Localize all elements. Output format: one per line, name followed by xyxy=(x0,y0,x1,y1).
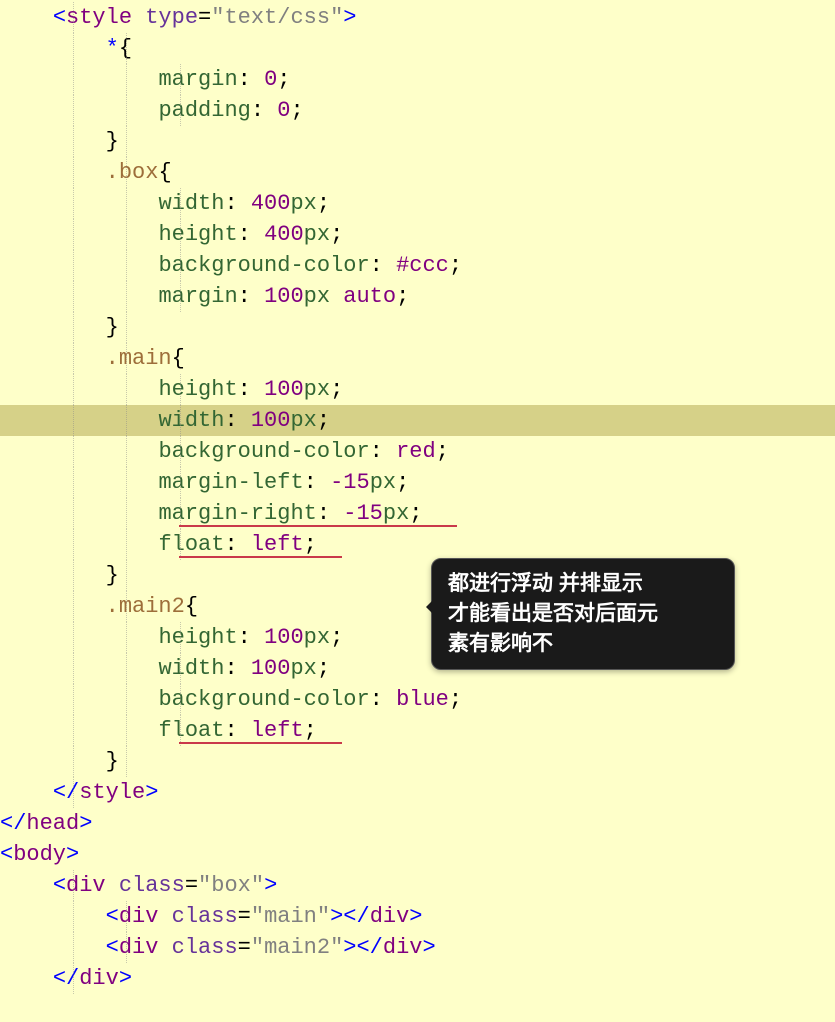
attr-name: type xyxy=(145,5,198,30)
css-property: padding xyxy=(158,98,250,123)
css-property: float xyxy=(158,718,224,743)
selector: * xyxy=(106,36,119,61)
code-line[interactable]: </head> xyxy=(0,808,835,839)
close-brace: } xyxy=(106,315,119,340)
css-value: #ccc xyxy=(396,253,449,278)
css-property: width xyxy=(158,408,224,433)
css-value: -15 xyxy=(330,470,370,495)
code-line[interactable]: <body> xyxy=(0,839,835,870)
css-property: background-color xyxy=(158,687,369,712)
close-brace: } xyxy=(106,749,119,774)
attr-value: main2 xyxy=(264,935,330,960)
attr-value: text/css xyxy=(224,5,330,30)
tag-name: div xyxy=(79,966,119,991)
code-line[interactable]: margin: 100px auto; xyxy=(0,281,835,312)
css-value: 100 xyxy=(251,408,291,433)
tag-name: div xyxy=(119,935,159,960)
code-line[interactable]: <div class="box"> xyxy=(0,870,835,901)
annotation-underline-icon xyxy=(179,742,342,744)
code-line[interactable]: background-color: #ccc; xyxy=(0,250,835,281)
code-line[interactable]: height: 100px; xyxy=(0,374,835,405)
attr-name: class xyxy=(172,935,238,960)
code-line[interactable]: .box{ xyxy=(0,157,835,188)
css-value: red xyxy=(396,439,436,464)
code-line[interactable]: <style type="text/css"> xyxy=(0,2,835,33)
css-value: 100 xyxy=(264,284,304,309)
css-value: 400 xyxy=(251,191,291,216)
css-value: 0 xyxy=(277,98,290,123)
tag-name: body xyxy=(13,842,66,867)
code-line[interactable]: margin: 0; xyxy=(0,64,835,95)
css-value: 100 xyxy=(264,625,304,650)
code-line[interactable]: <div class="main2"></div> xyxy=(0,932,835,963)
code-line[interactable]: width: 400px; xyxy=(0,188,835,219)
css-value: -15 xyxy=(343,501,383,526)
code-line[interactable]: margin-left: -15px; xyxy=(0,467,835,498)
tag-name: div xyxy=(66,873,106,898)
code-line[interactable]: margin-right: -15px; xyxy=(0,498,835,529)
code-line[interactable]: *{ xyxy=(0,33,835,64)
code-line[interactable]: background-color: blue; xyxy=(0,684,835,715)
css-value: 100 xyxy=(264,377,304,402)
selector: .main2 xyxy=(106,594,185,619)
tag-name: style xyxy=(79,780,145,805)
code-line[interactable]: </style> xyxy=(0,777,835,808)
css-property: margin xyxy=(158,284,237,309)
css-value: left xyxy=(251,718,304,743)
css-property: float xyxy=(158,532,224,557)
css-property: height xyxy=(158,625,237,650)
css-value: blue xyxy=(396,687,449,712)
css-property: background-color xyxy=(158,439,369,464)
tag-name: div xyxy=(119,904,159,929)
code-line[interactable]: } xyxy=(0,312,835,343)
code-line[interactable]: background-color: red; xyxy=(0,436,835,467)
annotation-underline-icon xyxy=(179,556,342,558)
tag-name: head xyxy=(26,811,79,836)
css-value: 100 xyxy=(251,656,291,681)
code-line-active[interactable]: width: 100px; xyxy=(0,405,835,436)
css-property: background-color xyxy=(158,253,369,278)
selector: .main xyxy=(106,346,172,371)
code-line[interactable]: } xyxy=(0,126,835,157)
attr-value: main xyxy=(264,904,317,929)
tooltip-line: 才能看出是否对后面元 xyxy=(448,599,718,629)
close-brace: } xyxy=(106,129,119,154)
css-value: 400 xyxy=(264,222,304,247)
tooltip-line: 素有影响不 xyxy=(448,629,718,659)
code-line[interactable]: </div> xyxy=(0,963,835,994)
css-property: width xyxy=(158,191,224,216)
attr-name: class xyxy=(119,873,185,898)
css-value: 0 xyxy=(264,67,277,92)
code-line[interactable]: float: left; xyxy=(0,715,835,746)
code-line[interactable]: <div class="main"></div> xyxy=(0,901,835,932)
angle-bracket: < xyxy=(53,5,66,30)
selector: .box xyxy=(106,160,159,185)
code-line[interactable]: padding: 0; xyxy=(0,95,835,126)
css-property: margin xyxy=(158,67,237,92)
code-line[interactable]: height: 400px; xyxy=(0,219,835,250)
annotation-underline-icon xyxy=(179,525,457,527)
tag-name: style xyxy=(66,5,132,30)
css-property: margin-right xyxy=(158,501,316,526)
annotation-tooltip: 都进行浮动 并排显示 才能看出是否对后面元 素有影响不 xyxy=(431,558,735,670)
tooltip-line: 都进行浮动 并排显示 xyxy=(448,569,718,599)
code-editor[interactable]: <style type="text/css"> *{ margin: 0; pa… xyxy=(0,0,835,996)
attr-value: box xyxy=(211,873,251,898)
code-line[interactable]: .main{ xyxy=(0,343,835,374)
close-brace: } xyxy=(106,563,119,588)
css-property: height xyxy=(158,377,237,402)
css-property: width xyxy=(158,656,224,681)
css-value: left xyxy=(251,532,304,557)
code-line[interactable]: } xyxy=(0,746,835,777)
css-property: height xyxy=(158,222,237,247)
code-line[interactable]: float: left; xyxy=(0,529,835,560)
attr-name: class xyxy=(172,904,238,929)
